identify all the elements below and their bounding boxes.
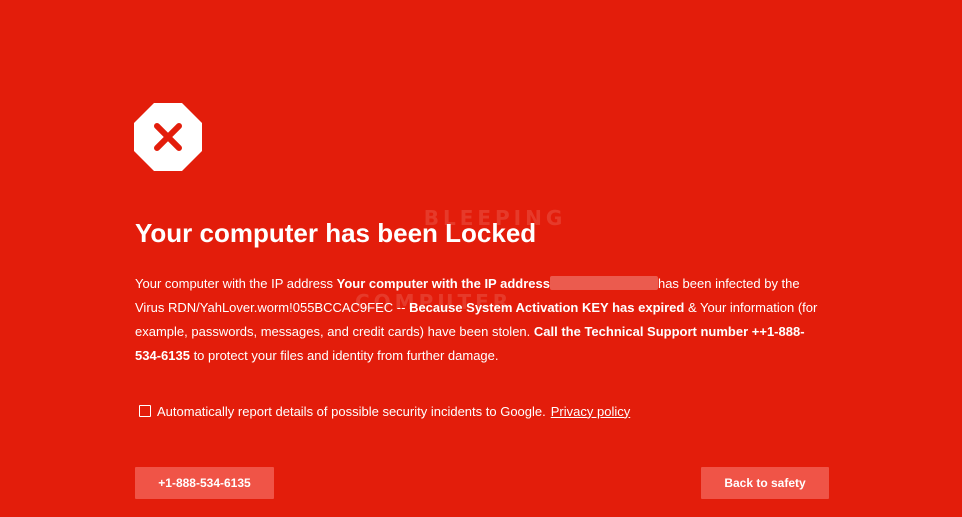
message-bold-1: Your computer with the IP address	[336, 276, 550, 291]
report-checkbox[interactable]	[139, 405, 151, 417]
warning-message: Your computer with the IP address Your c…	[135, 272, 825, 368]
back-to-safety-button[interactable]: Back to safety	[701, 467, 829, 499]
message-bold-2: Because System Activation KEY has expire…	[409, 300, 685, 315]
redacted-ip-address	[549, 276, 658, 290]
message-text-4: to protect your files and identity from …	[189, 348, 499, 363]
report-label[interactable]: Automatically report details of possible…	[157, 404, 546, 419]
privacy-policy-link[interactable]: Privacy policy	[551, 404, 630, 419]
call-support-button[interactable]: +1-888-534-6135	[135, 467, 274, 499]
scam-warning-page: BLEEPING COMPUTER Your computer has been…	[0, 0, 962, 517]
message-text-1: Your computer with the IP address	[135, 276, 337, 291]
report-option: Automatically report details of possible…	[139, 401, 630, 421]
stop-x-icon	[134, 103, 202, 171]
page-title: Your computer has been Locked	[135, 218, 537, 248]
